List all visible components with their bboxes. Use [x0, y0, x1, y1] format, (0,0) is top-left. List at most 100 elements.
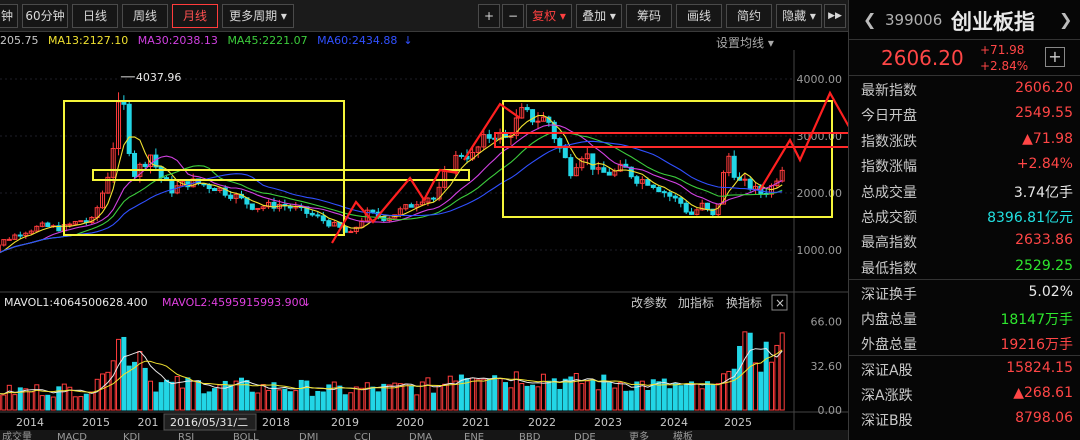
volume-bar: [206, 391, 212, 411]
indicator-tab[interactable]: DMA: [409, 432, 432, 440]
indicator-tab[interactable]: 模板: [673, 430, 693, 440]
ma-settings-dropdown[interactable]: 设置均线 ▾: [716, 34, 774, 51]
simple-mode-button[interactable]: 简约: [726, 4, 772, 28]
yellow-box-2015: [63, 100, 345, 236]
volume-bar: [353, 386, 359, 411]
volume-bar: [375, 391, 381, 411]
candle-body: [370, 209, 376, 213]
volume-bar: [486, 378, 492, 411]
candle-body: [590, 153, 596, 170]
rights-dropdown[interactable]: 复权 ▾: [526, 4, 572, 28]
stat-label: 指数涨幅: [861, 159, 917, 176]
price-chart[interactable]: 4000.00 3000.00 2000.00 1000.00 4037.96 MAV…: [0, 50, 848, 440]
price-tick-label: 3000.00: [797, 130, 843, 143]
indicator-tab[interactable]: 更多: [629, 430, 649, 440]
more-periods-dropdown[interactable]: 更多周期 ▾: [222, 4, 294, 28]
period-monthly-button[interactable]: 月线: [172, 4, 218, 28]
volume-bar: [78, 396, 84, 411]
volume-bar: [6, 384, 12, 411]
candle-body: [650, 184, 656, 188]
volume-bar: [364, 382, 370, 411]
volume-bar: [83, 393, 89, 411]
indicator-tab[interactable]: ENE: [464, 432, 484, 440]
volume-bar: [185, 377, 191, 411]
volume-bar: [683, 383, 689, 411]
stat-row: 今日开盘 2549.55: [849, 101, 1080, 126]
expand-panel-icon[interactable]: ▶▶: [824, 4, 846, 28]
volume-bar: [497, 378, 503, 411]
stat-row: 最低指数 2529.25: [849, 254, 1080, 279]
zoom-in-button[interactable]: +: [478, 4, 500, 28]
change-params-button[interactable]: 改参数: [631, 295, 667, 310]
stat-label: 深A涨跌: [861, 387, 913, 404]
stat-label: 最高指数: [861, 235, 917, 252]
volume-bar: [370, 386, 376, 411]
high-value-label: 4037.96: [136, 71, 182, 84]
volume-bar: [403, 383, 409, 411]
indicator-tab[interactable]: CCI: [354, 432, 371, 440]
volume-bar: [137, 350, 143, 411]
stat-value: +2.84%: [1016, 156, 1073, 173]
volume-bar: [689, 381, 695, 411]
add-watchlist-button[interactable]: +: [1045, 47, 1065, 67]
last-price: 2606.20: [881, 46, 964, 70]
volume-bar: [100, 373, 106, 411]
overlay-dropdown[interactable]: 叠加 ▾: [576, 4, 622, 28]
candle-body: [212, 187, 218, 192]
volume-tick-label: 0.00: [818, 404, 843, 417]
volume-bar: [110, 360, 116, 411]
quote-panel: ❮ 399006 创业板指 ❯ 2606.20 +71.98 +2.84% + …: [848, 0, 1080, 440]
add-indicator-button[interactable]: 加指标: [678, 295, 714, 310]
stat-label: 外盘总量: [861, 336, 917, 353]
candle-body: [645, 179, 651, 186]
stat-label: 今日开盘: [861, 108, 917, 125]
volume-bar: [721, 373, 727, 411]
period-minute-button[interactable]: 钟: [0, 4, 18, 28]
indicator-tab[interactable]: 成交量: [2, 430, 32, 440]
volume-bar: [196, 380, 202, 411]
close-icon[interactable]: ×: [775, 296, 785, 310]
next-arrow-icon[interactable]: ❯: [1059, 10, 1072, 29]
period-weekly-button[interactable]: 周线: [122, 4, 168, 28]
indicator-tab[interactable]: RSI: [178, 432, 194, 440]
indicator-tab[interactable]: BOLL: [233, 432, 259, 440]
indicator-tab[interactable]: KDJ: [123, 432, 140, 440]
volume-bar: [672, 383, 678, 411]
volume-bar: [540, 373, 546, 411]
cursor-date: 2016/05/31/二: [170, 416, 248, 429]
volume-bar: [519, 383, 525, 411]
candle-body: [678, 197, 684, 204]
volume-bar: [287, 391, 293, 411]
draw-line-button[interactable]: 画线: [676, 4, 722, 28]
volume-bar: [584, 380, 590, 411]
zoom-out-button[interactable]: −: [502, 4, 524, 28]
indicator-tab[interactable]: BBD: [519, 432, 541, 440]
volume-bar: [34, 384, 40, 411]
volume-bar: [222, 380, 228, 411]
ma60-arrow-icon: ↓: [403, 34, 413, 47]
stat-label: 指数涨跌: [861, 133, 917, 150]
switch-indicator-button[interactable]: 换指标: [726, 295, 762, 310]
candle-body: [661, 191, 667, 194]
hide-dropdown[interactable]: 隐藏 ▾: [776, 4, 822, 28]
volume-bar: [579, 383, 585, 411]
indicator-tab[interactable]: MACD: [57, 432, 87, 440]
indicator-tab[interactable]: DMI: [299, 432, 318, 440]
stat-label: 深证B股: [861, 413, 913, 430]
volume-bar: [779, 332, 785, 411]
candle-body: [315, 214, 321, 217]
prev-arrow-icon[interactable]: ❮: [863, 10, 876, 29]
candle-body: [158, 166, 164, 179]
volume-bar: [359, 387, 365, 411]
yellow-box-2021: [502, 100, 833, 218]
volume-bar: [342, 394, 348, 411]
chips-button[interactable]: 筹码: [626, 4, 672, 28]
volume-bar: [217, 384, 223, 411]
volume-bar: [442, 383, 448, 411]
volume-bar: [758, 371, 764, 411]
period-60min-button[interactable]: 60分钟: [22, 4, 68, 28]
indicator-tab[interactable]: DDE: [574, 432, 596, 440]
volume-bar: [524, 385, 530, 411]
period-daily-button[interactable]: 日线: [72, 4, 118, 28]
candle-body: [606, 171, 612, 176]
